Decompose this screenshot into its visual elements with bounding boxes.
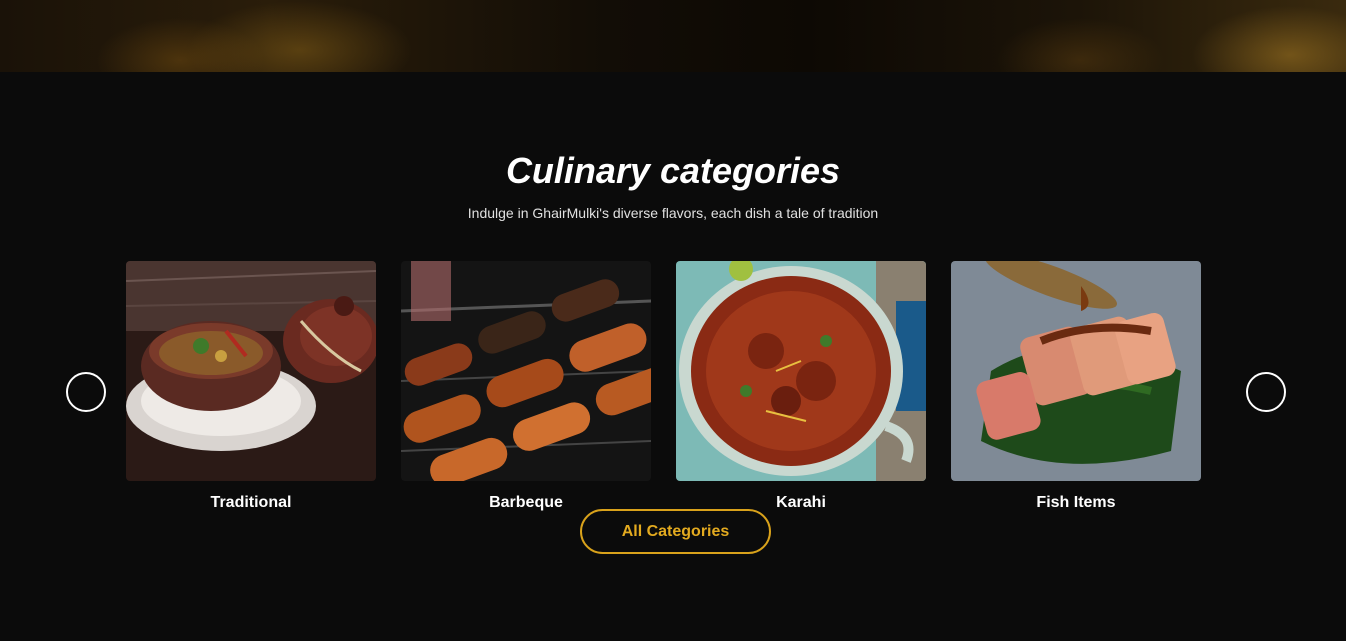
category-card-traditional[interactable]: Traditional (126, 261, 376, 512)
category-label: Fish Items (1036, 494, 1116, 511)
karahi-pan-image (676, 261, 926, 481)
category-label: Traditional (210, 494, 292, 511)
grilled-kebabs-image (401, 261, 651, 481)
category-card-fish-items[interactable]: Fish Items (951, 261, 1201, 512)
seared-fish-image (951, 261, 1201, 481)
category-card-karahi[interactable]: Karahi (676, 261, 926, 512)
hero-banner-strip (0, 0, 1346, 72)
category-card-barbeque[interactable]: Barbeque (401, 261, 651, 512)
section-title: Culinary categories (505, 150, 841, 191)
section-subtitle: Indulge in GhairMulki's diverse flavors,… (467, 205, 879, 221)
carousel-prev-button[interactable] (66, 372, 106, 412)
all-categories-button[interactable]: All Categories (580, 509, 771, 554)
carousel-next-button[interactable] (1246, 372, 1286, 412)
clay-pot-curry-image (126, 261, 376, 481)
